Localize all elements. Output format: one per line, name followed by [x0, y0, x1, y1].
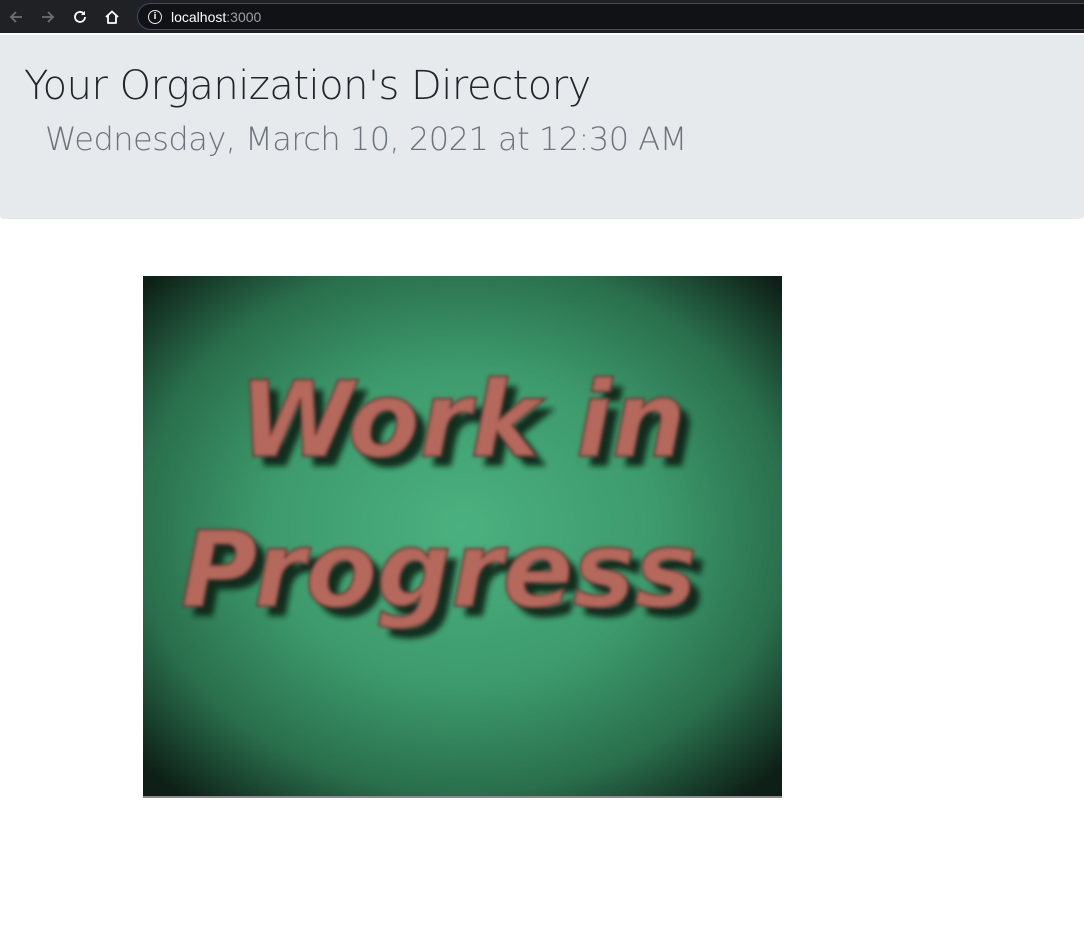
back-arrow-icon[interactable] — [0, 0, 32, 33]
page-title: Your Organization's Directory — [24, 63, 591, 109]
image-text-line2: Progress — [181, 509, 697, 631]
work-in-progress-image: Work in Work in Progress Progress — [143, 276, 782, 798]
forward-arrow-icon[interactable] — [32, 0, 64, 33]
address-bar[interactable]: i localhost:3000 — [137, 3, 1084, 30]
browser-toolbar: i localhost:3000 — [0, 0, 1084, 33]
info-icon[interactable]: i — [148, 9, 162, 24]
reload-icon[interactable] — [64, 0, 96, 33]
url-host: localhost — [171, 8, 227, 25]
home-icon[interactable] — [96, 0, 128, 33]
image-text-line1: Work in — [239, 359, 686, 481]
page-subtitle-date: Wednesday, March 10, 2021 at 12:30 AM — [45, 120, 687, 158]
url-port: :3000 — [226, 8, 262, 25]
